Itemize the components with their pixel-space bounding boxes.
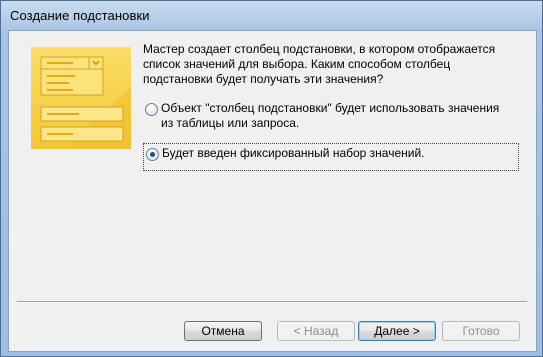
lookup-illustration-icon xyxy=(31,47,131,149)
radio-table-or-query[interactable] xyxy=(145,103,158,116)
radio-fixed-values[interactable] xyxy=(146,148,159,161)
option-table-or-query-label: Объект "столбец подстановки" будет испол… xyxy=(161,101,500,130)
back-button[interactable]: < Назад xyxy=(277,321,355,341)
radio-selected-dot xyxy=(150,152,155,157)
finish-button[interactable]: Готово xyxy=(442,321,520,341)
window-title: Создание подстановки xyxy=(10,8,150,23)
option-fixed-values[interactable]: Будет введен фиксированный набор значени… xyxy=(143,143,519,171)
wizard-intro-text: Мастер создает столбец подстановки, в ко… xyxy=(143,42,496,86)
lookup-wizard-window: Создание подстановки Мастер создает стол… xyxy=(0,0,543,357)
option-fixed-values-label: Будет введен фиксированный набор значени… xyxy=(162,146,425,160)
footer-separator xyxy=(17,301,527,303)
cancel-button[interactable]: Отмена xyxy=(184,321,262,341)
wizard-content: Мастер создает столбец подстановки, в ко… xyxy=(8,30,537,352)
next-button[interactable]: Далее > xyxy=(358,321,436,341)
title-bar[interactable]: Создание подстановки xyxy=(1,1,542,31)
